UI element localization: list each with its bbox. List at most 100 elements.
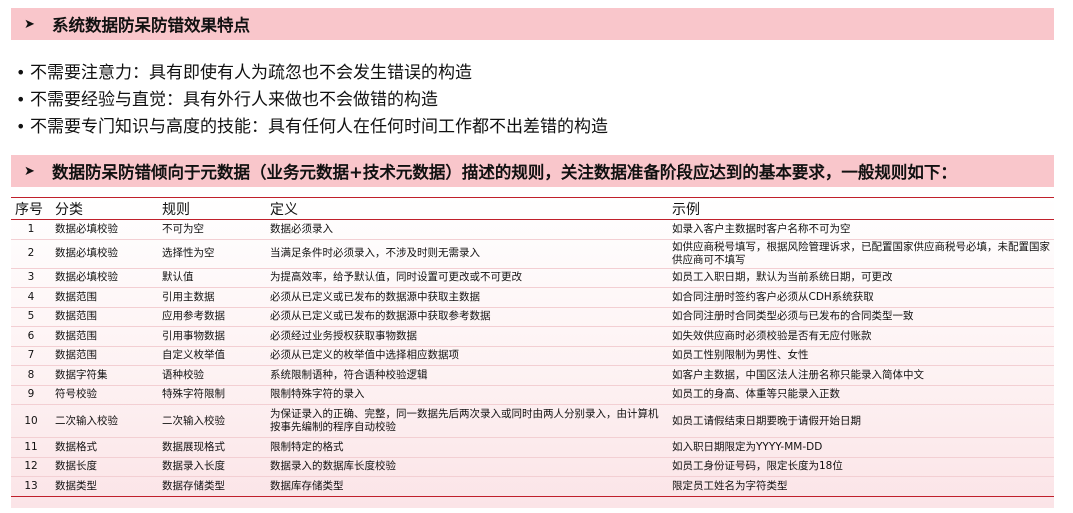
bullet-dot-icon: • — [16, 90, 26, 109]
cell-example: 如入职日期限定为YYYY-MM-DD — [668, 437, 1054, 458]
cell-example: 如员工身份证号码，限定长度为18位 — [668, 457, 1054, 477]
arrow-bullet-icon: ➤ — [24, 16, 35, 32]
cell-example: 如合同注册时合同类型必须与已发布的合同类型一致 — [668, 307, 1054, 327]
cell-example: 如员工请假结束日期要晚于请假开始日期 — [668, 404, 1054, 438]
cell-rule: 特殊字符限制 — [158, 385, 266, 405]
feature-bullet-list: • 不需要注意力：具有即使有人为疏忽也不会发生错误的构造 • 不需要经验与直觉：具有… — [16, 59, 608, 140]
section-header-features: ➤ 系统数据防呆防错效果特点 — [11, 8, 1054, 40]
table-row: 12 数据长度 数据录入长度 数据录入的数据库长度校验 如员工身份证号码，限定长度为18… — [11, 457, 1054, 477]
cell-definition: 系统限制语种，符合语种校验逻辑 — [266, 365, 668, 386]
cell-example: 如客户主数据，中国区法人注册名称只能录入简体中文 — [668, 365, 1054, 386]
bullet-text: 不需要经验与直觉：具有外行人来做也不会做错的构造 — [30, 90, 438, 110]
cell-definition: 必须从已定义或已发布的数据源中获取参考数据 — [266, 307, 668, 327]
table-row: 10 二次输入校验 二次输入校验 为保证录入的正确、完整，同一数据先后两次录入或同时由… — [11, 404, 1054, 438]
cell-rule: 数据录入长度 — [158, 457, 266, 477]
bullet-dot-icon: • — [16, 117, 26, 136]
cell-example: 如失效供应商时必须校验是否有无应付账款 — [668, 326, 1054, 347]
table-row: 8 数据字符集 语种校验 系统限制语种，符合语种校验逻辑 如客户主数据，中国区法人注册名… — [11, 365, 1054, 386]
header-category: 分类 — [55, 201, 83, 218]
table-row: 9 符号校验 特殊字符限制 限制特殊字符的录入 如员工的身高、体重等只能录入正数 — [11, 385, 1054, 405]
cell-no: 10 — [11, 404, 51, 438]
cell-no: 9 — [11, 385, 51, 405]
bullet-dot-icon: • — [16, 63, 26, 82]
cell-definition: 数据库存储类型 — [266, 476, 668, 497]
cell-no: 6 — [11, 326, 51, 347]
table-row: 4 数据范围 引用主数据 必须从已定义或已发布的数据源中获取主数据 如合同注册时签约客户… — [11, 287, 1054, 308]
cell-rule: 选择性为空 — [158, 239, 266, 269]
table-row: 13 数据类型 数据存储类型 数据库存储类型 限定员工姓名为字符类型 — [11, 476, 1054, 497]
bullet-text: 不需要专门知识与高度的技能：具有任何人在任何时间工作都不出差错的构造 — [30, 117, 608, 137]
cell-no: 7 — [11, 346, 51, 366]
cell-definition: 必须从已定义或已发布的数据源中获取主数据 — [266, 287, 668, 308]
table-row: 5 数据范围 应用参考数据 必须从已定义或已发布的数据源中获取参考数据 如合同注册时合同… — [11, 307, 1054, 327]
bullet-text: 不需要注意力：具有即使有人为疏忽也不会发生错误的构造 — [30, 63, 472, 83]
cell-example: 如录入客户主数据时客户名称不可为空 — [668, 219, 1054, 240]
feature-bullet: • 不需要注意力：具有即使有人为疏忽也不会发生错误的构造 — [16, 59, 608, 86]
cell-definition: 为提高效率，给予默认值，同时设置可更改或不可更改 — [266, 268, 668, 288]
cell-example: 如合同注册时签约客户必须从CDH系统获取 — [668, 287, 1054, 308]
table-row: 7 数据范围 自定义枚举值 必须从已定义的枚举值中选择相应数据项 如员工性别限制为男性、… — [11, 346, 1054, 366]
arrow-bullet-icon: ➤ — [24, 163, 35, 179]
header-no: 序号 — [15, 201, 43, 218]
cell-category: 数据范围 — [51, 346, 158, 366]
cell-no: 13 — [11, 476, 51, 497]
cell-rule: 引用事物数据 — [158, 326, 266, 347]
table-row: 2 数据必填校验 选择性为空 当满足条件时必须录入，不涉及时则无需录入 如供应商税号填写… — [11, 239, 1054, 269]
cell-definition: 数据录入的数据库长度校验 — [266, 457, 668, 477]
cell-rule: 二次输入校验 — [158, 404, 266, 438]
cell-category: 数据类型 — [51, 476, 158, 497]
cell-no: 4 — [11, 287, 51, 308]
cell-example: 限定员工姓名为字符类型 — [668, 476, 1054, 497]
rules-table-container: 序号 分类 规则 定义 示例 1 数据必填校验 不可为空 数据必须录入 如录入客户主数据… — [11, 197, 1054, 508]
cell-no: 8 — [11, 365, 51, 386]
cell-rule: 语种校验 — [158, 365, 266, 386]
cell-definition: 必须从已定义的枚举值中选择相应数据项 — [266, 346, 668, 366]
cell-example: 如供应商税号填写，根据风险管理诉求，已配置国家供应商税号必填，未配置国家供应商可… — [668, 239, 1054, 269]
feature-bullet: • 不需要专门知识与高度的技能：具有任何人在任何时间工作都不出差错的构造 — [16, 113, 608, 140]
cell-no: 3 — [11, 268, 51, 288]
cell-example: 如员工性别限制为男性、女性 — [668, 346, 1054, 366]
cell-no: 1 — [11, 219, 51, 240]
table-row: 11 数据格式 数据展现格式 限制特定的格式 如入职日期限定为YYYY-MM-DD — [11, 437, 1054, 458]
cell-no: 12 — [11, 457, 51, 477]
header-rule: 规则 — [162, 201, 190, 218]
cell-category: 数据必填校验 — [51, 239, 158, 269]
section-title-rules: 数据防呆防错倾向于元数据（业务元数据+技术元数据）描述的规则，关注数据准备阶段应… — [52, 163, 957, 182]
cell-rule: 数据展现格式 — [158, 437, 266, 458]
cell-rule: 不可为空 — [158, 219, 266, 240]
cell-category: 数据字符集 — [51, 365, 158, 386]
header-definition: 定义 — [270, 201, 298, 218]
header-example: 示例 — [672, 201, 700, 218]
cell-rule: 引用主数据 — [158, 287, 266, 308]
cell-example: 如员工的身高、体重等只能录入正数 — [668, 385, 1054, 405]
cell-category: 数据范围 — [51, 326, 158, 347]
cell-no: 11 — [11, 437, 51, 458]
cell-rule: 应用参考数据 — [158, 307, 266, 327]
cell-category: 数据长度 — [51, 457, 158, 477]
cell-definition: 当满足条件时必须录入，不涉及时则无需录入 — [266, 239, 668, 269]
cell-category: 数据必填校验 — [51, 219, 158, 240]
cell-rule: 数据存储类型 — [158, 476, 266, 497]
table-row: 1 数据必填校验 不可为空 数据必须录入 如录入客户主数据时客户名称不可为空 — [11, 219, 1054, 240]
table-header-row: 序号 分类 规则 定义 示例 — [11, 197, 1054, 220]
cell-rule: 自定义枚举值 — [158, 346, 266, 366]
cell-definition: 数据必须录入 — [266, 219, 668, 240]
cell-no: 2 — [11, 239, 51, 269]
cell-rule: 默认值 — [158, 268, 266, 288]
cell-category: 二次输入校验 — [51, 404, 158, 438]
cell-definition: 必须经过业务授权获取事物数据 — [266, 326, 668, 347]
feature-bullet: • 不需要经验与直觉：具有外行人来做也不会做错的构造 — [16, 86, 608, 113]
rules-table: 序号 分类 规则 定义 示例 1 数据必填校验 不可为空 数据必须录入 如录入客户主数据… — [11, 197, 1054, 497]
cell-definition: 限制特殊字符的录入 — [266, 385, 668, 405]
section-header-rules: ➤ 数据防呆防错倾向于元数据（业务元数据+技术元数据）描述的规则，关注数据准备阶… — [11, 155, 1054, 187]
table-row: 6 数据范围 引用事物数据 必须经过业务授权获取事物数据 如失效供应商时必须校验是否有无… — [11, 326, 1054, 347]
table-row: 3 数据必填校验 默认值 为提高效率，给予默认值，同时设置可更改或不可更改 如员工入职日… — [11, 268, 1054, 288]
cell-no: 5 — [11, 307, 51, 327]
cell-category: 数据必填校验 — [51, 268, 158, 288]
cell-category: 数据范围 — [51, 287, 158, 308]
section-title-features: 系统数据防呆防错效果特点 — [52, 16, 250, 35]
cell-example: 如员工入职日期，默认为当前系统日期，可更改 — [668, 268, 1054, 288]
cell-category: 符号校验 — [51, 385, 158, 405]
cell-definition: 限制特定的格式 — [266, 437, 668, 458]
cell-category: 数据范围 — [51, 307, 158, 327]
